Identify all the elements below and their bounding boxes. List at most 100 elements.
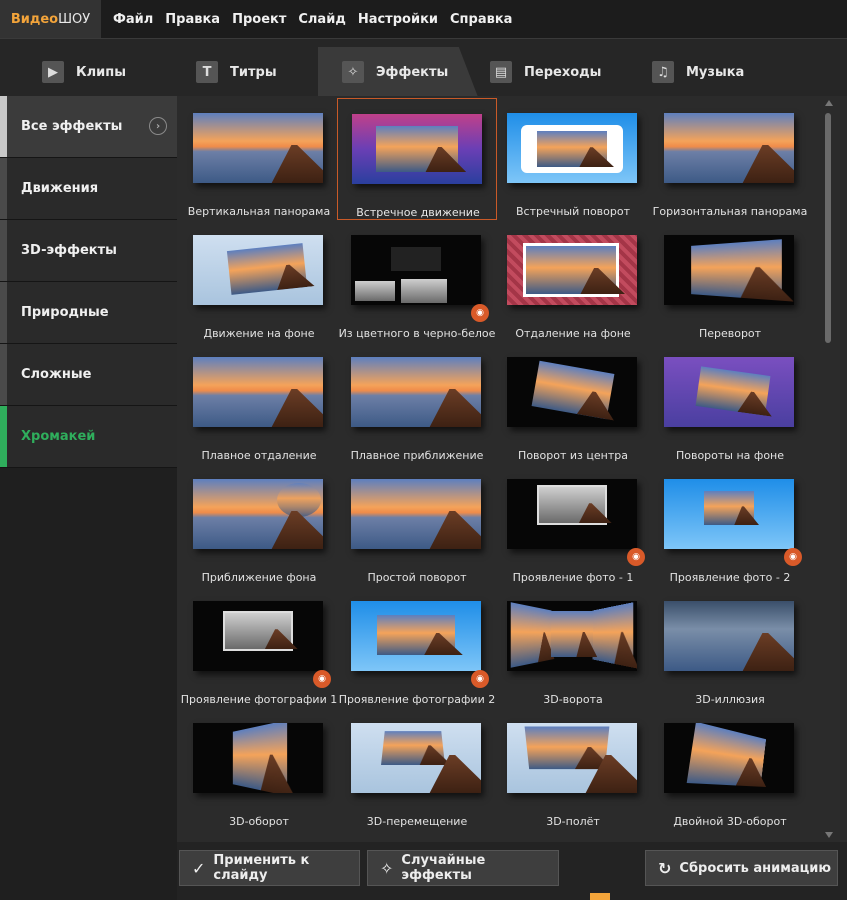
- effect-caption: Горизонтальная панорама: [652, 205, 808, 218]
- magic-wand-icon: ✧: [342, 61, 364, 83]
- effect-horizontal-panorama[interactable]: Горизонтальная панорама: [650, 98, 810, 220]
- music-note-icon: ♫: [652, 61, 674, 83]
- effect-motion-on-background[interactable]: Движение на фоне: [179, 220, 339, 342]
- effect-rotation-from-center[interactable]: Поворот из центра: [493, 342, 653, 464]
- tab-music[interactable]: ♫ Музыка: [652, 47, 744, 97]
- effects-category-sidebar: Все эффекты › Движения 3D-эффекты Природ…: [0, 96, 177, 900]
- menu-help[interactable]: Справка: [450, 12, 512, 27]
- effect-thumbnail-inner: [232, 723, 288, 793]
- tab-bar: ▶ Клипы T Титры ✧ Эффекты ▤ Переходы ♫ М…: [0, 38, 847, 97]
- effect-counter-motion[interactable]: Встречное движение: [337, 98, 497, 220]
- effect-thumbnail-inner: [551, 611, 593, 657]
- menu-file[interactable]: Файл: [113, 12, 153, 27]
- effect-thumbnail: [664, 723, 794, 793]
- scroll-up-arrow-icon[interactable]: [825, 100, 833, 106]
- random-button-label: Случайные эффекты: [401, 853, 486, 883]
- sidebar-item-all-effects[interactable]: Все эффекты ›: [0, 96, 177, 158]
- scrollbar-thumb[interactable]: [825, 113, 831, 343]
- play-icon: ▶: [42, 61, 64, 83]
- effect-smooth-zoom-in[interactable]: Плавное приближение: [337, 342, 497, 464]
- reset-animation-button[interactable]: ↻ Сбросить анимацию: [645, 850, 838, 886]
- effect-photo-reveal-a[interactable]: ◉ Проявление фотографии 1: [179, 586, 339, 708]
- effect-photo-reveal-2[interactable]: ◉ Проявление фото - 2: [650, 464, 810, 586]
- effect-caption: Вертикальная панорама: [187, 205, 331, 218]
- effect-photo-reveal-b[interactable]: ◉ Проявление фотографии 2: [337, 586, 497, 708]
- random-effects-button[interactable]: ✧ Случайные эффекты: [367, 850, 559, 886]
- logo-text-show: ШОУ: [58, 11, 91, 27]
- sidebar-item-3d-effects[interactable]: 3D-эффекты: [0, 220, 177, 282]
- tab-titles[interactable]: T Титры: [196, 47, 277, 97]
- sidebar-item-marker: [0, 220, 7, 281]
- effect-thumbnail: [193, 357, 323, 427]
- effect-caption: 3D-перемещение: [366, 815, 468, 828]
- apply-to-slide-button[interactable]: ✓ Применить к слайду: [179, 850, 360, 886]
- effect-flip[interactable]: Переворот: [650, 220, 810, 342]
- clapperboard-icon: ▤: [490, 61, 512, 83]
- effect-thumbnail: [507, 723, 637, 793]
- effect-caption: Плавное отдаление: [201, 449, 317, 462]
- effect-thumbnail-inner: [376, 126, 458, 172]
- effect-3d-turn[interactable]: 3D-оборот: [179, 708, 339, 830]
- effect-thumbnail: [507, 113, 637, 183]
- menu-slide[interactable]: Слайд: [298, 12, 345, 27]
- effect-thumbnail-inner: [531, 360, 615, 420]
- effect-caption: Двойной 3D-оборот: [673, 815, 787, 828]
- effect-caption: Движение на фоне: [203, 327, 315, 340]
- effect-caption: Встречный поворот: [515, 205, 631, 218]
- effect-smooth-zoom-out[interactable]: Плавное отдаление: [179, 342, 339, 464]
- effect-caption: Поворот из центра: [518, 449, 628, 462]
- effect-background-zoom[interactable]: Приближение фона: [179, 464, 339, 586]
- effect-zoom-out-on-background[interactable]: Отдаление на фоне: [493, 220, 653, 342]
- sidebar-item-chromakey[interactable]: Хромакей: [0, 406, 177, 468]
- tab-music-label: Музыка: [686, 64, 745, 80]
- effect-thumbnail-inner: [537, 131, 607, 167]
- chevron-right-icon[interactable]: ›: [149, 117, 167, 135]
- sidebar-item-natural[interactable]: Природные: [0, 282, 177, 344]
- effect-photo-reveal-1[interactable]: ◉ Проявление фото - 1: [493, 464, 653, 586]
- effect-thumbnail: [507, 601, 637, 671]
- effect-3d-flight[interactable]: 3D-полёт: [493, 708, 653, 830]
- effect-thumbnail-inner: [686, 723, 767, 787]
- camera-icon: ◉: [784, 548, 802, 566]
- effect-thumbnail: [507, 235, 637, 305]
- menu-project[interactable]: Проект: [232, 12, 286, 27]
- tab-transitions[interactable]: ▤ Переходы: [490, 47, 601, 97]
- effect-vertical-panorama[interactable]: Вертикальная панорама: [179, 98, 339, 220]
- tab-clips[interactable]: ▶ Клипы: [42, 47, 126, 97]
- effect-3d-gates[interactable]: 3D-ворота: [493, 586, 653, 708]
- effect-thumbnail-inner: [391, 247, 441, 271]
- scroll-down-arrow-icon[interactable]: [825, 832, 833, 838]
- effect-caption: Простой поворот: [367, 571, 467, 584]
- effect-caption: Переворот: [698, 327, 762, 340]
- tab-titles-label: Титры: [230, 64, 277, 80]
- effect-counter-rotation[interactable]: Встречный поворот: [493, 98, 653, 220]
- effect-caption: 3D-иллюзия: [695, 693, 765, 706]
- effect-3d-illusion[interactable]: 3D-иллюзия: [650, 586, 810, 708]
- effect-thumbnail: [193, 235, 323, 305]
- effect-caption: Проявление фото - 1: [512, 571, 634, 584]
- menu-settings[interactable]: Настройки: [358, 12, 438, 27]
- effect-3d-move[interactable]: 3D-перемещение: [337, 708, 497, 830]
- sidebar-item-label: Природные: [21, 305, 109, 320]
- sidebar-item-motions[interactable]: Движения: [0, 158, 177, 220]
- effect-caption: Проявление фотографии 1: [180, 693, 338, 706]
- effect-thumbnail-inner: [691, 239, 782, 301]
- effect-thumbnail: [664, 235, 794, 305]
- sidebar-item-marker: [0, 344, 7, 405]
- effect-thumbnail: [351, 601, 481, 671]
- sidebar-item-complex[interactable]: Сложные: [0, 344, 177, 406]
- menu-bar: Видео ШОУ Файл Правка Проект Слайд Настро…: [0, 0, 847, 38]
- effect-thumbnail-inner: [523, 243, 619, 297]
- sidebar-item-marker: [0, 96, 7, 157]
- effect-caption: 3D-полёт: [546, 815, 600, 828]
- effect-thumbnail-inner: [355, 281, 395, 301]
- menu-edit[interactable]: Правка: [165, 12, 220, 27]
- timeline-handle[interactable]: [590, 893, 610, 900]
- camera-icon: ◉: [627, 548, 645, 566]
- tab-effects[interactable]: ✧ Эффекты: [318, 47, 478, 97]
- effect-color-to-bw[interactable]: ◉ Из цветного в черно-белое: [337, 220, 497, 342]
- effect-simple-rotation[interactable]: Простой поворот: [337, 464, 497, 586]
- effect-thumbnail-inner: [381, 731, 445, 766]
- effect-double-3d-turn[interactable]: Двойной 3D-оборот: [650, 708, 810, 830]
- effect-rotations-on-background[interactable]: Повороты на фоне: [650, 342, 810, 464]
